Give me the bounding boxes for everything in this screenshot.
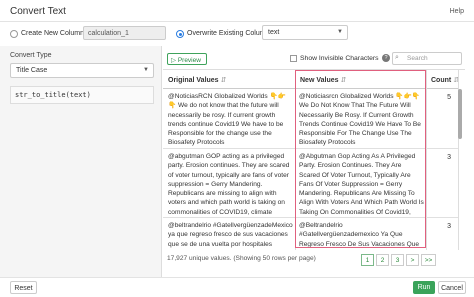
- dialog-header: Convert Text Help: [0, 0, 474, 22]
- search-icon: ⌕: [395, 54, 399, 61]
- options-bar: Create New Column calculation_1 Overwrit…: [0, 22, 474, 46]
- new-value-cell: @Beltrandelrio #Gatellvergüenzademexico …: [299, 222, 420, 250]
- search-input[interactable]: Search: [392, 52, 462, 65]
- rows-summary: 17,927 unique values. (Showing 50 rows p…: [167, 255, 316, 262]
- column-divider: [295, 70, 296, 250]
- count-header-label: Count: [431, 77, 452, 84]
- dialog-footer: Reset Run Cancel: [0, 277, 474, 297]
- help-link[interactable]: Help: [450, 8, 464, 15]
- last-page-button[interactable]: >>: [421, 254, 436, 266]
- count-cell: 3: [447, 223, 451, 230]
- values-table: Original Values ⇵ New Values ⇵ Count ⇵ @Not…: [163, 69, 465, 250]
- new-values-header[interactable]: New Values ⇵: [295, 70, 426, 89]
- original-value-cell: @abgutman GOP acting as a privileged par…: [168, 153, 290, 216]
- new-column-name-input[interactable]: calculation_1: [83, 26, 166, 40]
- next-page-button[interactable]: >: [406, 254, 419, 266]
- page-button-3[interactable]: 3: [391, 254, 404, 266]
- new-value-cell: @Noticiasrcn Globalized Worlds 👇👉👇 We Do…: [299, 93, 421, 146]
- left-panel: Convert Type Title Case ▼ str_to_title(t…: [0, 46, 162, 277]
- sort-icon[interactable]: ⇵: [341, 77, 347, 84]
- table-scrollbar[interactable]: [458, 89, 462, 139]
- show-invisible-label: Show Invisible Characters: [300, 55, 379, 62]
- chevron-down-icon: ▼: [337, 29, 343, 35]
- original-values-header-label: Original Values: [168, 77, 219, 84]
- original-values-header[interactable]: Original Values ⇵: [163, 70, 295, 89]
- count-cell: 3: [447, 154, 451, 161]
- preview-button-label: Preview: [177, 57, 201, 64]
- new-value-cell: @Abgutman Gop Acting As A Privileged Par…: [299, 153, 424, 216]
- overwrite-column-radio[interactable]: [176, 30, 184, 38]
- run-button[interactable]: Run: [413, 281, 435, 294]
- column-select[interactable]: text ▼: [262, 25, 348, 40]
- new-values-header-label: New Values: [300, 77, 339, 84]
- convert-type-label: Convert Type: [10, 52, 52, 59]
- overwrite-column-label: Overwrite Existing Column: [187, 30, 270, 37]
- show-invisible-checkbox[interactable]: [290, 55, 297, 62]
- page-button-1[interactable]: 1: [361, 254, 374, 266]
- help-icon[interactable]: ?: [382, 54, 390, 62]
- reset-button[interactable]: Reset: [10, 281, 37, 294]
- original-value-cell: @NoticiasRCN Globalized Worlds 👇👉👇 We do…: [168, 93, 286, 146]
- column-divider: [426, 70, 427, 250]
- convert-type-value: Title Case: [16, 67, 48, 74]
- sort-icon[interactable]: ⇵: [221, 77, 227, 84]
- row-divider: [163, 148, 458, 149]
- play-icon: ▷: [171, 57, 178, 64]
- create-new-column-radio[interactable]: [10, 30, 18, 38]
- row-divider: [163, 217, 458, 218]
- expression-editor[interactable]: str_to_title(text): [10, 86, 154, 104]
- cancel-button[interactable]: Cancel: [438, 281, 466, 294]
- original-value-cell: @beltrandelrio #GatellvergüenzadeMexico …: [168, 222, 293, 250]
- page-button-2[interactable]: 2: [376, 254, 389, 266]
- count-cell: 5: [447, 94, 451, 101]
- create-new-column-label: Create New Column: [21, 30, 85, 37]
- count-header[interactable]: Count ⇵: [426, 70, 459, 89]
- dialog-title: Convert Text: [10, 6, 66, 17]
- preview-button[interactable]: ▷ Preview: [167, 53, 207, 65]
- convert-type-select[interactable]: Title Case ▼: [10, 63, 154, 78]
- column-select-value: text: [268, 29, 280, 36]
- chevron-down-icon: ▼: [143, 67, 149, 73]
